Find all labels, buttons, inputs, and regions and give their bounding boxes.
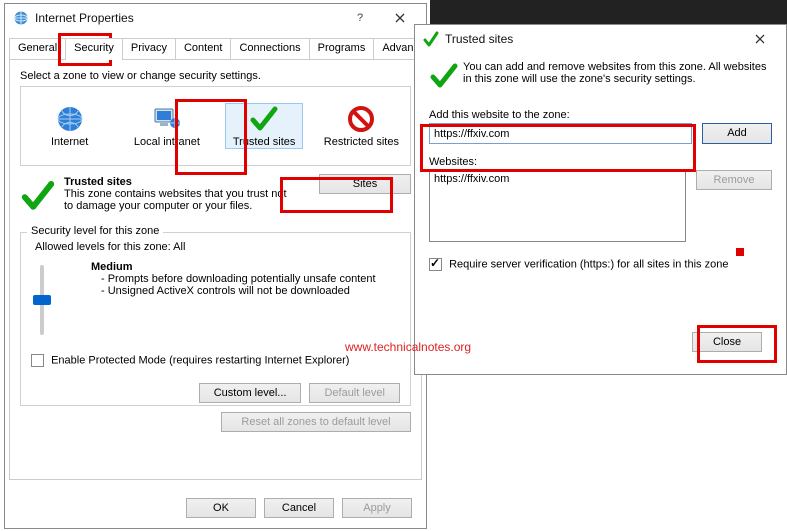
trusted-description: This zone contains websites that you tru… (64, 188, 294, 212)
cancel-button[interactable]: Cancel (264, 498, 334, 518)
globe-icon (52, 104, 88, 134)
close-button[interactable]: Close (692, 332, 762, 352)
zone-internet[interactable]: Internet (31, 104, 109, 148)
security-level-slider[interactable] (33, 295, 51, 305)
close-button-dialog2[interactable] (738, 25, 782, 53)
add-website-label: Add this website to the zone: (429, 109, 772, 121)
remove-button[interactable]: Remove (696, 170, 772, 190)
checkmark-icon (246, 104, 282, 134)
internet-options-icon (13, 10, 29, 26)
add-website-input[interactable] (429, 123, 692, 144)
security-tab-panel: Select a zone to view or change security… (9, 59, 422, 480)
trusted-heading: Trusted sites (64, 176, 294, 188)
apply-button[interactable]: Apply (342, 498, 412, 518)
tab-connections[interactable]: Connections (230, 38, 309, 60)
trusted-sites-dialog: Trusted sites You can add and remove web… (414, 24, 787, 375)
no-entry-icon (343, 104, 379, 134)
checkmark-icon (429, 61, 463, 91)
tab-general[interactable]: General (9, 38, 66, 60)
websites-label: Websites: (429, 156, 772, 168)
background-dark-strip (430, 0, 787, 24)
dialog2-title: Trusted sites (445, 32, 738, 46)
tab-privacy[interactable]: Privacy (122, 38, 176, 60)
add-button[interactable]: Add (702, 123, 772, 144)
websites-listbox[interactable]: https://ffxiv.com (429, 170, 686, 242)
checkmark-icon (423, 31, 439, 47)
dialog1-buttons: OK Cancel Apply (5, 498, 426, 518)
zone-label: Trusted sites (233, 136, 296, 148)
annotation-dot (736, 248, 744, 256)
reset-zones-button[interactable]: Reset all zones to default level (221, 412, 411, 432)
level-name: Medium (91, 261, 400, 273)
ok-button[interactable]: OK (186, 498, 256, 518)
watermark-text: www.technicalnotes.org (345, 340, 471, 354)
internet-properties-dialog: Internet Properties ? General Security P… (4, 3, 427, 529)
zone-label: Internet (51, 136, 88, 148)
help-button[interactable]: ? (342, 4, 378, 32)
level-bullet: - Unsigned ActiveX controls will not be … (101, 285, 400, 297)
require-https-label: Require server verification (https:) for… (449, 258, 728, 270)
banner-text: You can add and remove websites from thi… (463, 61, 772, 91)
dialog2-titlebar[interactable]: Trusted sites (415, 25, 786, 53)
dialog1-title: Internet Properties (35, 11, 342, 25)
protected-mode-checkbox[interactable] (31, 354, 44, 367)
tab-programs[interactable]: Programs (309, 38, 375, 60)
list-item[interactable]: https://ffxiv.com (434, 173, 681, 185)
dialog1-titlebar[interactable]: Internet Properties ? (5, 4, 426, 32)
default-level-button[interactable]: Default level (309, 383, 400, 403)
sites-button[interactable]: Sites (319, 174, 411, 194)
require-https-checkbox[interactable] (429, 258, 442, 271)
zone-label: Restricted sites (324, 136, 399, 148)
allowed-levels-label: Allowed levels for this zone: All (35, 241, 400, 253)
custom-level-button[interactable]: Custom level... (199, 383, 302, 403)
group-legend: Security level for this zone (27, 225, 163, 237)
zone-local-intranet[interactable]: Local intranet (128, 104, 206, 148)
zone-trusted-sites[interactable]: Trusted sites (225, 103, 303, 149)
checkmark-icon (20, 178, 56, 214)
zone-label: Local intranet (134, 136, 200, 148)
tabstrip: General Security Privacy Content Connect… (9, 38, 422, 60)
tab-content[interactable]: Content (175, 38, 232, 60)
zone-prompt-label: Select a zone to view or change security… (20, 70, 411, 82)
level-bullet: - Prompts before downloading potentially… (101, 273, 400, 285)
zone-selector: Internet Local intranet Trusted sites Re… (20, 86, 411, 166)
security-level-group: Security level for this zone Allowed lev… (20, 232, 411, 406)
tab-security[interactable]: Security (65, 38, 123, 60)
protected-mode-label: Enable Protected Mode (requires restarti… (51, 354, 349, 366)
computer-icon (149, 104, 185, 134)
zone-restricted-sites[interactable]: Restricted sites (322, 104, 400, 148)
